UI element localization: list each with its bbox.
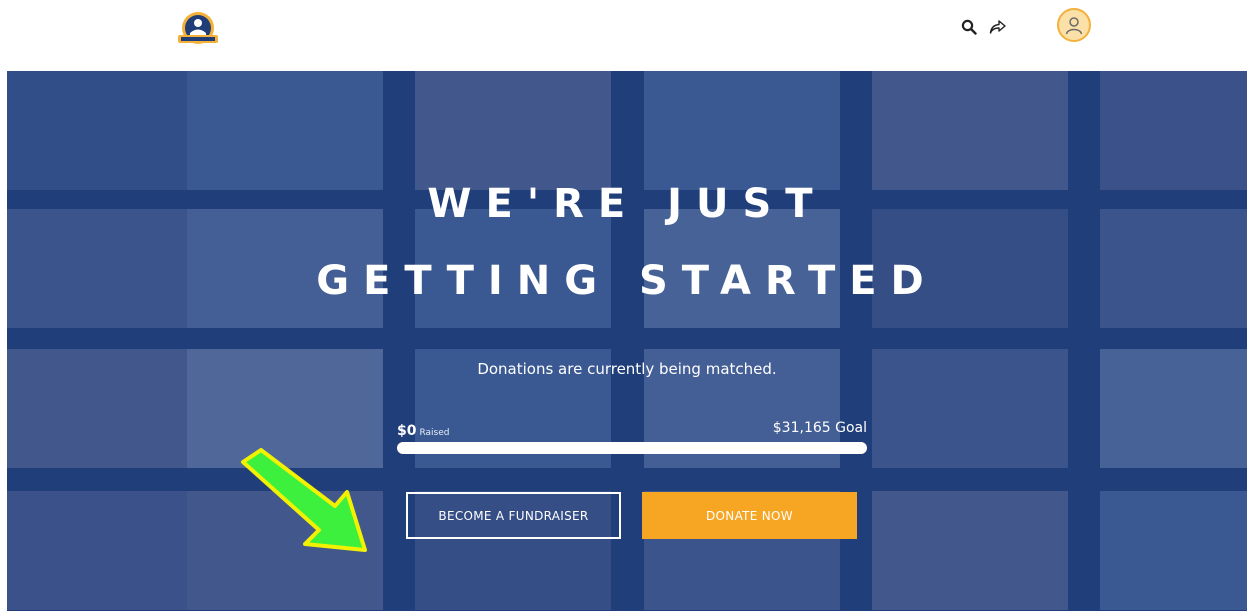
goal-amount: $31,165 Goal xyxy=(772,420,867,436)
hero-overlay xyxy=(7,71,1247,611)
site-logo[interactable] xyxy=(174,9,222,49)
site-header xyxy=(0,0,1253,71)
match-notice: Donations are currently being matched. xyxy=(477,360,777,378)
donate-now-button[interactable]: DONATE NOW xyxy=(642,492,857,539)
search-icon[interactable] xyxy=(956,14,982,40)
raised-amount: $0 xyxy=(397,423,417,439)
annotation-arrow-icon xyxy=(241,448,367,552)
hero-title-line2: GETTING STARTED xyxy=(316,258,938,304)
share-icon[interactable] xyxy=(985,14,1011,40)
fundraising-progress-bar xyxy=(397,442,867,454)
become-fundraiser-button[interactable]: BECOME A FUNDRAISER xyxy=(406,492,621,539)
hero-title-line1: WE'RE JUST xyxy=(427,181,827,227)
progress-labels: $0 Raised $31,165 Goal xyxy=(397,420,867,442)
raised-label: Raised xyxy=(419,428,450,438)
user-avatar-icon[interactable] xyxy=(1057,8,1091,42)
hero-banner: WE'RE JUST GETTING STARTED Donations are… xyxy=(7,71,1247,611)
